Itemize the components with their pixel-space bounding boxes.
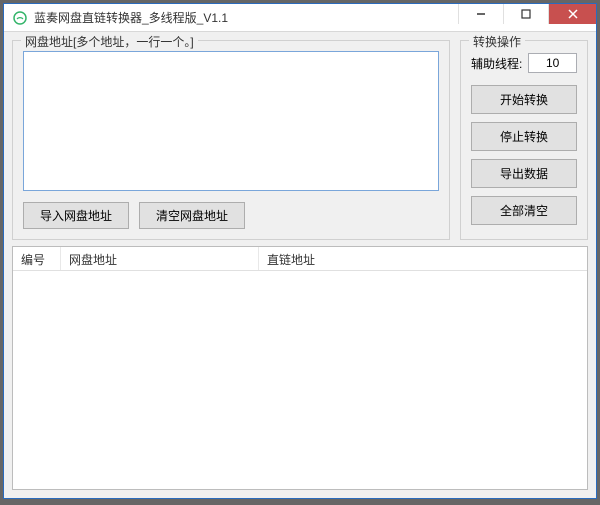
- clear-all-button[interactable]: 全部清空: [471, 196, 577, 225]
- titlebar: 蓝奏网盘直链转换器_多线程版_V1.1: [4, 4, 596, 32]
- results-body[interactable]: [13, 271, 587, 489]
- address-button-row: 导入网盘地址 清空网盘地址: [23, 202, 439, 229]
- start-convert-button[interactable]: 开始转换: [471, 85, 577, 114]
- thread-label: 辅助线程:: [471, 55, 522, 72]
- results-list: 编号 网盘地址 直链地址: [12, 246, 588, 490]
- address-textarea[interactable]: [23, 51, 439, 191]
- results-header: 编号 网盘地址 直链地址: [13, 247, 587, 271]
- address-group-legend: 网盘地址[多个地址，一行一个。]: [21, 33, 198, 50]
- column-header-direct[interactable]: 直链地址: [259, 247, 587, 270]
- column-header-url[interactable]: 网盘地址: [61, 247, 259, 270]
- thread-row: 辅助线程:: [471, 53, 577, 73]
- app-icon: [12, 10, 28, 26]
- upper-panel: 网盘地址[多个地址，一行一个。] 导入网盘地址 清空网盘地址 转换操作 辅助线程…: [12, 40, 588, 240]
- content-area: 网盘地址[多个地址，一行一个。] 导入网盘地址 清空网盘地址 转换操作 辅助线程…: [4, 32, 596, 498]
- stop-convert-button[interactable]: 停止转换: [471, 122, 577, 151]
- export-data-button[interactable]: 导出数据: [471, 159, 577, 188]
- window-controls: [458, 4, 596, 31]
- window-title: 蓝奏网盘直链转换器_多线程版_V1.1: [34, 9, 458, 26]
- app-window: 蓝奏网盘直链转换器_多线程版_V1.1 网盘地址[多个地址，一行一个。]: [3, 3, 597, 499]
- column-header-number[interactable]: 编号: [13, 247, 61, 270]
- thread-count-input[interactable]: [528, 53, 577, 73]
- address-group: 网盘地址[多个地址，一行一个。] 导入网盘地址 清空网盘地址: [12, 40, 450, 240]
- import-address-button[interactable]: 导入网盘地址: [23, 202, 129, 229]
- convert-group-legend: 转换操作: [469, 33, 525, 50]
- clear-address-button[interactable]: 清空网盘地址: [139, 202, 245, 229]
- maximize-button[interactable]: [503, 4, 548, 24]
- convert-group: 转换操作 辅助线程: 开始转换 停止转换 导出数据 全部清空: [460, 40, 588, 240]
- close-button[interactable]: [548, 4, 596, 24]
- minimize-button[interactable]: [458, 4, 503, 24]
